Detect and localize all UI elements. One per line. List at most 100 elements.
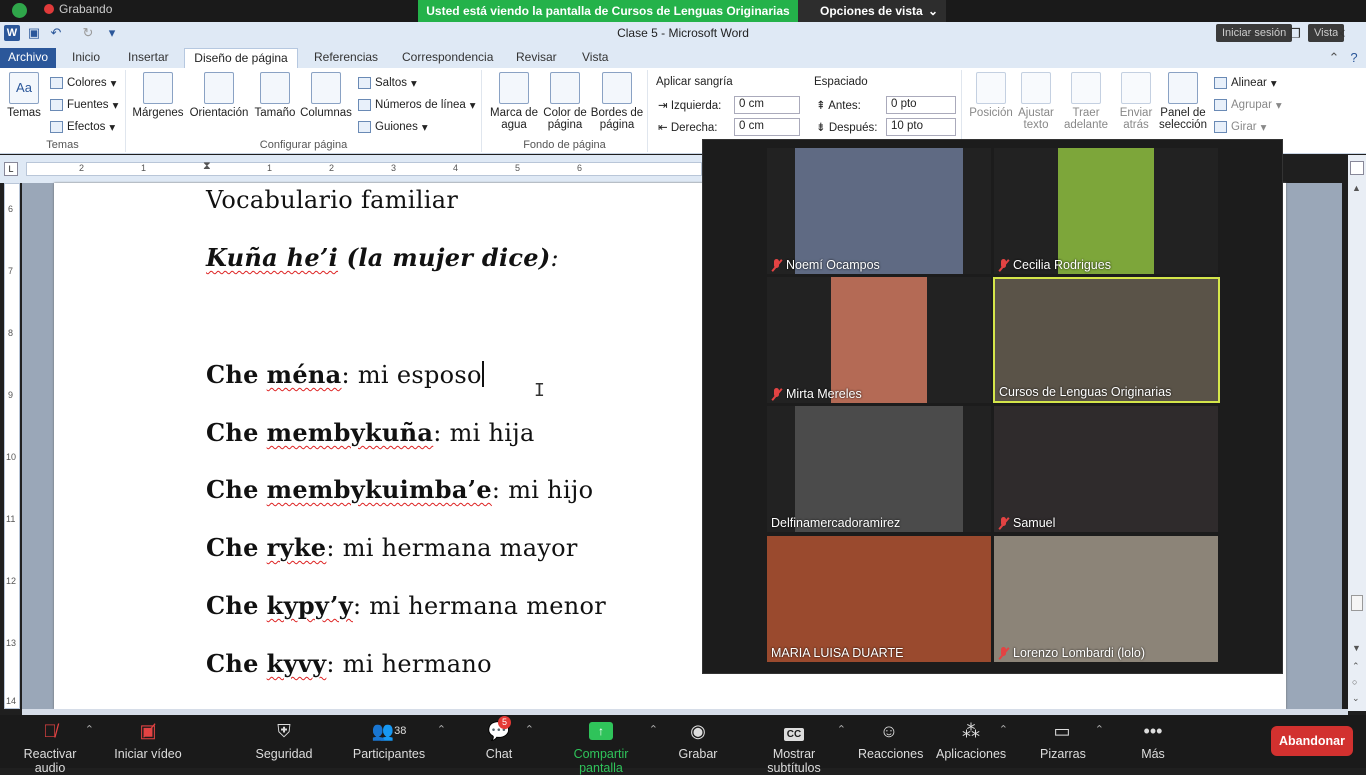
bordes-pagina-button[interactable]: Bordes de página [590, 72, 644, 131]
indent-left-field[interactable]: 0 cm [734, 96, 800, 114]
fuentes-label: Fuentes [67, 99, 109, 111]
tamano-button[interactable]: Tamaño [252, 72, 298, 119]
video-tile[interactable]: Delfinamercadoramirez [767, 406, 991, 532]
izquierda-text: Izquierda: [670, 100, 722, 112]
tab-selector-icon[interactable]: L [4, 162, 18, 176]
leave-button[interactable]: Abandonar [1271, 726, 1353, 756]
collapse-ribbon-icon[interactable]: ⌃ [1326, 50, 1342, 66]
group-temas: Aa Temas Colores ▾ Fuentes ▾ Efectos ▾ Tema… [0, 70, 126, 152]
captions-button[interactable]: CC Mostrar subtítulos ⌃ [746, 719, 846, 775]
start-video-button[interactable]: ▣̸ Iniciar vídeo [112, 719, 184, 761]
panel-seleccion-button[interactable]: Panel de selección [1158, 72, 1208, 131]
efectos-button[interactable]: Efectos ▾ [50, 120, 115, 134]
chevron-up-icon[interactable]: ⌃ [1095, 723, 1104, 736]
traer-label-1: Traer [1072, 107, 1100, 119]
mic-muted-icon [998, 516, 1009, 530]
chevron-up-icon[interactable]: ⌃ [85, 723, 94, 736]
tab-vista[interactable]: Vista [576, 48, 614, 68]
prev-page-icon[interactable]: ⌃ [1352, 661, 1360, 672]
chevron-up-icon[interactable]: ⌃ [999, 723, 1008, 736]
restore-icon[interactable]: ❐ [1282, 24, 1308, 44]
selection-pane-icon [1168, 72, 1198, 104]
chevron-up-icon[interactable]: ⌃ [525, 723, 534, 736]
girar-button[interactable]: Girar ▾ [1214, 120, 1266, 134]
margenes-button[interactable]: Márgenes [132, 72, 184, 119]
video-tile[interactable]: MARIA LUISA DUARTE [767, 536, 991, 662]
tab-diseno-pagina[interactable]: Diseño de página [184, 48, 298, 68]
record-button[interactable]: ◉ Grabar [678, 719, 718, 761]
posicion-button[interactable]: Posición [966, 72, 1016, 119]
ruler-number: 13 [6, 638, 17, 648]
more-button[interactable]: ••• Más [1140, 719, 1166, 761]
reactions-button[interactable]: ☺ Reacciones [858, 719, 923, 761]
traer-adelante-button[interactable]: Traer adelante [1062, 72, 1110, 131]
video-tile[interactable]: Cecilia Rodrigues [994, 148, 1218, 274]
spacing-before-field[interactable]: 0 pto [886, 96, 956, 114]
share-screen-button[interactable]: ↑ Compartir pantalla ⌃ [550, 719, 658, 775]
scroll-thumb[interactable] [1351, 595, 1363, 611]
horizontal-ruler[interactable]: 2 1 1 2 3 4 5 6 ⧗ [26, 160, 702, 176]
tab-insertar[interactable]: Insertar [122, 48, 175, 68]
video-tile[interactable]: Mirta Mereles [767, 277, 991, 403]
agrupar-button[interactable]: Agrupar ▾ [1214, 98, 1282, 112]
apps-button[interactable]: ⁂ Aplicaciones ⌃ [936, 719, 1008, 761]
numeros-linea-button[interactable]: Números de línea ▾ [358, 98, 476, 112]
tab-inicio[interactable]: Inicio [66, 48, 106, 68]
unmute-button[interactable]: 🎙̸ Reactivar audio ⌃ [8, 719, 94, 775]
next-page-icon[interactable]: ⌄ [1352, 693, 1360, 704]
tab-correspondencia[interactable]: Correspondencia [396, 48, 499, 68]
browse-object-icon[interactable]: ○ [1352, 677, 1357, 687]
color-pagina-button[interactable]: Color de página [540, 72, 590, 131]
indent-right-icon: ⇤ [658, 122, 671, 134]
scroll-down-icon[interactable]: ▼ [1352, 643, 1361, 653]
columnas-button[interactable]: Columnas [300, 72, 352, 119]
scroll-up-icon[interactable]: ▲ [1352, 183, 1361, 193]
marca-agua-button[interactable]: Marca de agua [488, 72, 540, 131]
recording-indicator[interactable]: Grabando [44, 2, 112, 16]
vocab-meaning: : mi hija [433, 419, 535, 447]
colores-button[interactable]: Colores ▾ [50, 76, 116, 90]
enviar-atras-button[interactable]: Enviar atrás [1114, 72, 1158, 131]
temas-button[interactable]: Aa Temas [6, 72, 42, 119]
indent-right-field[interactable]: 0 cm [734, 118, 800, 136]
vertical-scrollbar[interactable]: ▲ ▼ ⌃ ○ ⌄ [1348, 155, 1366, 711]
whiteboards-button[interactable]: ▭ Pizarras ⌃ [1040, 719, 1104, 761]
tab-revisar[interactable]: Revisar [510, 48, 563, 68]
help-icon[interactable]: ? [1346, 50, 1362, 66]
guiones-button[interactable]: Guiones ▾ [358, 120, 428, 134]
position-icon [976, 72, 1006, 104]
video-tile[interactable]: Lorenzo Lombardi (lolo) [994, 536, 1218, 662]
fuentes-button[interactable]: Fuentes ▾ [50, 98, 118, 112]
chevron-up-icon[interactable]: ⌃ [649, 723, 658, 736]
close-icon[interactable]: ✕ [1328, 24, 1354, 44]
security-button[interactable]: ⛨ Seguridad [254, 719, 314, 761]
tab-referencias[interactable]: Referencias [308, 48, 384, 68]
captions-icon: CC [746, 719, 842, 743]
ruler-number: 1 [267, 163, 273, 173]
minimize-icon[interactable]: – [1238, 24, 1264, 44]
video-tile[interactable]: Samuel [994, 406, 1218, 532]
participant-name-text: Cecilia Rodrigues [1013, 258, 1111, 272]
chat-button[interactable]: 💬 5 Chat ⌃ [484, 716, 534, 761]
alinear-button[interactable]: Alinear ▾ [1214, 76, 1277, 90]
saltos-button[interactable]: Saltos ▾ [358, 76, 417, 90]
sangria-heading: Aplicar sangría [656, 76, 733, 88]
vocab-word: kypy’y [266, 591, 353, 620]
shield-icon[interactable] [12, 3, 27, 18]
video-tile-active-speaker[interactable]: Cursos de Lenguas Originarias [993, 277, 1220, 403]
chevron-up-icon[interactable]: ⌃ [437, 723, 446, 736]
chevron-up-icon[interactable]: ⌃ [837, 723, 846, 736]
vocab-che: Che [206, 418, 259, 447]
video-feed [795, 148, 963, 274]
view-options-button[interactable]: Opciones de vista ⌄ [798, 0, 946, 22]
participants-button[interactable]: 👥38 Participantes ⌃ [352, 719, 446, 761]
indent-marker-icon[interactable]: ⧗ [203, 160, 211, 173]
indent-left-icon: ⇥ [658, 100, 671, 112]
spacing-after-field[interactable]: 10 pto [886, 118, 956, 136]
tab-archivo[interactable]: Archivo [0, 48, 56, 68]
vertical-ruler[interactable]: 6 7 8 9 10 11 12 13 14 [4, 183, 20, 709]
video-tile[interactable]: Noemí Ocampos [767, 148, 991, 274]
ajustar-texto-button[interactable]: Ajustar texto [1014, 72, 1058, 131]
ruler-toggle-icon[interactable] [1350, 161, 1364, 175]
orientacion-button[interactable]: Orientación [188, 72, 250, 119]
